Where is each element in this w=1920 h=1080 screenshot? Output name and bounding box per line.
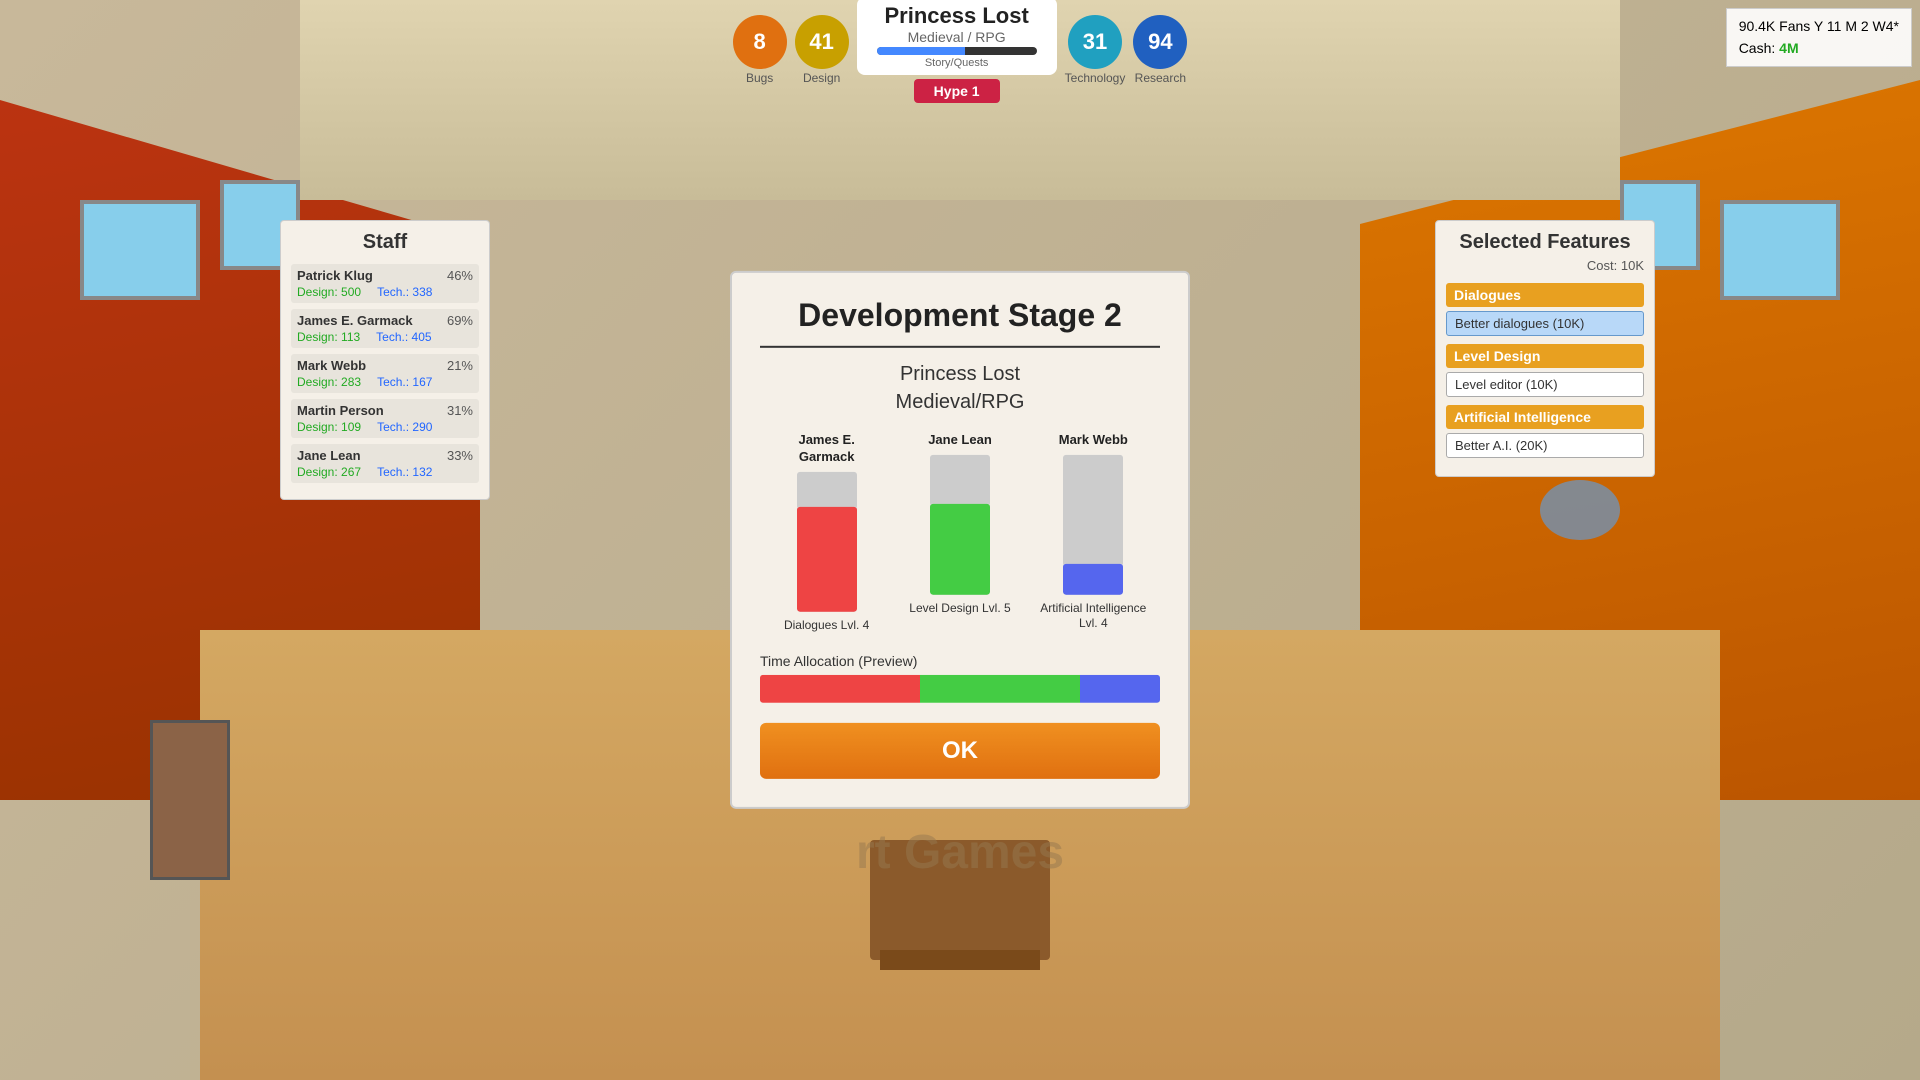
staff-row: Jane Lean 33% Design: 267 Tech.: 132 xyxy=(291,444,479,483)
bar-fill-jane xyxy=(930,504,990,595)
research-badge: 94 xyxy=(1133,15,1187,69)
bar-bg-james xyxy=(797,472,857,612)
staff-bars-section: James E. Garmack Dialogues Lvl. 4 Jane L… xyxy=(760,432,1160,633)
game-genre: Medieval / RPG xyxy=(877,29,1037,45)
staff-name-0: Patrick Klug xyxy=(297,268,373,283)
progress-fill xyxy=(877,47,965,55)
staff-design-0: Design: 500 xyxy=(297,285,361,299)
staff-panel: Staff Patrick Klug 46% Design: 500 Tech.… xyxy=(280,220,490,500)
bugs-label: Bugs xyxy=(746,71,773,85)
company-name: rt Games xyxy=(856,825,1064,880)
research-label: Research xyxy=(1135,71,1186,85)
bar-empty-james xyxy=(797,472,857,507)
staff-name-3: Martin Person xyxy=(297,403,384,418)
staff-bar-label-james: Dialogues Lvl. 4 xyxy=(784,618,869,634)
design-label: Design xyxy=(803,71,840,85)
dialog-game-name: Princess Lost Medieval/RPG xyxy=(760,360,1160,416)
bar-bg-jane xyxy=(930,455,990,595)
feature-item-better-ai[interactable]: Better A.I. (20K) xyxy=(1446,433,1644,458)
staff-row: Mark Webb 21% Design: 283 Tech.: 167 xyxy=(291,354,479,393)
cash-stat: Cash: 4M xyxy=(1739,37,1899,59)
design-badge: 41 xyxy=(795,15,849,69)
technology-label: Technology xyxy=(1065,71,1126,85)
progress-bar xyxy=(877,47,1037,55)
ok-button[interactable]: OK xyxy=(760,723,1160,779)
top-hud: 8 Bugs 41 Design Princess Lost Medieval … xyxy=(0,0,1920,100)
staff-pct-2: 21% xyxy=(447,358,473,373)
bar-container-james xyxy=(797,472,857,612)
staff-design-3: Design: 109 xyxy=(297,420,361,434)
staff-tech-3: Tech.: 290 xyxy=(377,420,432,434)
bar-empty-mark xyxy=(1063,455,1123,564)
time-allocation-label: Time Allocation (Preview) xyxy=(760,653,1160,669)
cash-value: 4M xyxy=(1779,40,1798,56)
time-seg-red xyxy=(760,675,920,703)
furniture-chair xyxy=(1540,480,1620,540)
staff-title: Staff xyxy=(291,231,479,254)
window-right-1 xyxy=(1720,200,1840,300)
design-hud-item: 41 xyxy=(795,15,849,69)
door xyxy=(150,720,230,880)
staff-row: James E. Garmack 69% Design: 113 Tech.: … xyxy=(291,309,479,348)
bar-container-jane xyxy=(930,455,990,595)
staff-name-2: Mark Webb xyxy=(297,358,366,373)
game-title: Princess Lost xyxy=(877,3,1037,29)
feature-category-dialogues: Dialogues xyxy=(1446,283,1644,307)
bugs-hud-item: 8 Bugs xyxy=(733,15,787,85)
staff-tech-4: Tech.: 132 xyxy=(377,465,432,479)
staff-name-1: James E. Garmack xyxy=(297,313,413,328)
staff-pct-4: 33% xyxy=(447,448,473,463)
staff-bar-jane: Jane Lean Level Design Lvl. 5 xyxy=(905,432,1015,633)
features-panel: Selected Features Cost: 10K Dialogues Be… xyxy=(1435,220,1655,477)
bar-bg-mark xyxy=(1063,455,1123,595)
staff-design-4: Design: 267 xyxy=(297,465,361,479)
time-seg-green xyxy=(920,675,1080,703)
staff-bar-name-jane: Jane Lean xyxy=(928,432,992,449)
features-cost: Cost: 10K xyxy=(1446,258,1644,273)
main-dialog: Development Stage 2 Princess Lost Mediev… xyxy=(730,271,1190,809)
staff-bar-mark: Mark Webb Artificial IntelligenceLvl. 4 xyxy=(1038,432,1148,633)
staff-bar-james: James E. Garmack Dialogues Lvl. 4 xyxy=(772,432,882,633)
staff-name-4: Jane Lean xyxy=(297,448,361,463)
time-seg-blue xyxy=(1080,675,1160,703)
feature-category-ai: Artificial Intelligence xyxy=(1446,405,1644,429)
game-title-box: Princess Lost Medieval / RPG Story/Quest… xyxy=(857,0,1057,75)
staff-bar-name-james: James E. Garmack xyxy=(772,432,882,466)
staff-design-1: Design: 113 xyxy=(297,330,360,344)
staff-design-2: Design: 283 xyxy=(297,375,361,389)
bugs-badge: 8 xyxy=(733,15,787,69)
staff-pct-0: 46% xyxy=(447,268,473,283)
cash-label: Cash: xyxy=(1739,40,1776,56)
dialog-title: Development Stage 2 xyxy=(760,297,1160,348)
window-left-1 xyxy=(80,200,200,300)
story-quests-label: Story/Quests xyxy=(877,57,1037,69)
staff-row: Martin Person 31% Design: 109 Tech.: 290 xyxy=(291,399,479,438)
staff-tech-2: Tech.: 167 xyxy=(377,375,432,389)
bar-fill-mark xyxy=(1063,564,1123,595)
staff-tech-1: Tech.: 405 xyxy=(376,330,431,344)
fans-stat: 90.4K Fans Y 11 M 2 W4* xyxy=(1739,15,1899,37)
feature-item-level-editor[interactable]: Level editor (10K) xyxy=(1446,372,1644,397)
bar-empty-jane xyxy=(930,455,990,504)
feature-item-better-dialogues[interactable]: Better dialogues (10K) xyxy=(1446,311,1644,336)
stats-box: 90.4K Fans Y 11 M 2 W4* Cash: 4M xyxy=(1726,8,1912,67)
staff-pct-1: 69% xyxy=(447,313,473,328)
research-hud-item: 94 Research xyxy=(1133,15,1187,85)
bar-container-mark xyxy=(1063,455,1123,595)
staff-bar-label-mark: Artificial IntelligenceLvl. 4 xyxy=(1040,601,1146,632)
staff-bar-label-jane: Level Design Lvl. 5 xyxy=(909,601,1010,617)
staff-pct-3: 31% xyxy=(447,403,473,418)
staff-row: Patrick Klug 46% Design: 500 Tech.: 338 xyxy=(291,264,479,303)
staff-bar-name-mark: Mark Webb xyxy=(1059,432,1128,449)
hype-bar: Hype 1 xyxy=(914,79,1000,103)
bar-fill-james xyxy=(797,507,857,612)
table-leg xyxy=(880,950,1040,970)
time-allocation-bar xyxy=(760,675,1160,703)
feature-category-level-design: Level Design xyxy=(1446,344,1644,368)
technology-badge: 31 xyxy=(1068,15,1122,69)
staff-tech-0: Tech.: 338 xyxy=(377,285,432,299)
features-title: Selected Features xyxy=(1446,231,1644,254)
